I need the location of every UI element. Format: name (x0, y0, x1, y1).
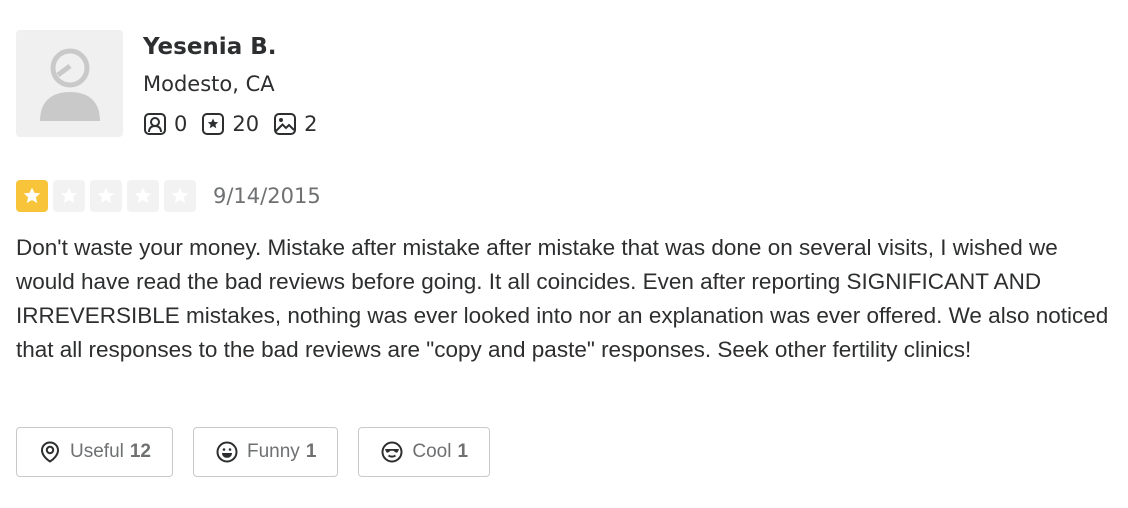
default-user-avatar-icon (39, 48, 100, 121)
useful-label: Useful (70, 441, 124, 462)
friends-icon (144, 113, 166, 135)
user-location: Modesto, CA (143, 72, 275, 96)
review-star-icon (202, 113, 225, 135)
photo-icon (274, 113, 297, 135)
reviews-count-value: 20 (232, 112, 260, 136)
review-text: Don't waste your money. Mistake after mi… (16, 235, 1109, 362)
cool-icon (381, 441, 403, 463)
star-icon (134, 187, 152, 203)
reviews-count: 20 (201, 109, 259, 139)
funny-button[interactable]: Funny 1 (193, 427, 339, 477)
user-stats: 0 20 2 (143, 109, 317, 139)
user-name[interactable]: Yesenia B. (143, 31, 277, 63)
cool-count: 1 (457, 441, 469, 462)
star-icon (97, 187, 115, 203)
photos-count: 2 (273, 109, 317, 139)
user-avatar[interactable] (16, 30, 123, 137)
rating-star (53, 180, 85, 212)
rating-row: 9/14/2015 (16, 180, 321, 212)
reaction-buttons: Useful 12 Funny 1 Cool 1 (16, 427, 491, 477)
rating-star (90, 180, 122, 212)
star-icon (23, 187, 41, 203)
rating-star (164, 180, 196, 212)
cool-button[interactable]: Cool 1 (358, 427, 491, 477)
star-rating (16, 180, 196, 212)
friends-count: 0 (143, 109, 187, 139)
cool-label: Cool (412, 441, 452, 462)
funny-count: 1 (305, 441, 317, 462)
star-icon (60, 187, 78, 203)
useful-button[interactable]: Useful 12 (16, 427, 173, 477)
useful-count: 12 (129, 441, 151, 462)
review-card: Yesenia B. Modesto, CA 0 20 2 9/14/2015 … (0, 0, 1128, 508)
funny-icon (216, 441, 238, 463)
star-icon (171, 187, 189, 203)
rating-star (16, 180, 48, 212)
rating-star (127, 180, 159, 212)
review-date: 9/14/2015 (213, 184, 321, 208)
photos-count-value: 2 (304, 112, 318, 136)
useful-icon (40, 441, 60, 463)
friends-count-value: 0 (174, 112, 188, 136)
funny-label: Funny (247, 441, 300, 462)
